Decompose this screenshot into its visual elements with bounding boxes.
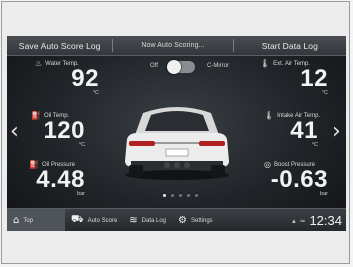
- nav-data-log[interactable]: ≋ Data Log: [123, 209, 172, 231]
- page-indicator: [163, 194, 198, 197]
- ext-air-temp-gauge[interactable]: 🌡 Ext. Air Temp. 12 °C: [252, 59, 332, 96]
- gear-icon: ⚙: [178, 215, 187, 226]
- oil-pressure-value: 4.48: [36, 166, 85, 193]
- thermometer-icon: 🌡: [260, 59, 271, 68]
- home-icon: ⌂: [13, 215, 20, 226]
- save-auto-score-log-button[interactable]: Save Auto Score Log: [7, 36, 112, 55]
- oil-temp-icon: ⛽: [31, 111, 41, 120]
- top-bar: Save Auto Score Log Now Auto Scoring... …: [7, 36, 346, 56]
- toggle-on-label: C-Mirror: [207, 63, 229, 69]
- page-dot: [171, 194, 174, 197]
- boost-pressure-icon: ◎: [264, 160, 271, 169]
- signal-icon: ▴: [292, 216, 296, 225]
- water-temp-value: 92: [71, 65, 99, 92]
- intake-air-icon: 🌡: [264, 111, 275, 120]
- nav-top[interactable]: ⌂ Top: [7, 209, 65, 231]
- water-temp-icon: ♨: [35, 59, 43, 68]
- data-log-icon: ≋: [129, 215, 138, 226]
- nav-auto-score-label: Auto Score: [87, 217, 118, 224]
- nav-settings[interactable]: ⚙ Settings: [172, 209, 219, 231]
- intake-air-temp-gauge[interactable]: 🌡 Intake Air Temp. 41 °C: [252, 111, 332, 148]
- oil-temp-gauge[interactable]: ⛽ Oil Temp. 120 °C: [27, 111, 107, 148]
- oil-temp-value: 120: [43, 117, 85, 144]
- performance-monitor-screen: Save Auto Score Log Now Auto Scoring... …: [7, 36, 346, 231]
- next-page-chevron-icon[interactable]: ›: [332, 121, 341, 143]
- page-dot: [179, 194, 182, 197]
- water-temp-gauge[interactable]: ♨ Water Temp. 92 °C: [27, 59, 107, 96]
- toggle-knob: [167, 60, 181, 74]
- nav-data-log-label: Data Log: [141, 217, 167, 224]
- status-area: ▴ ≈ 12:34: [292, 209, 342, 231]
- previous-page-chevron-icon[interactable]: ‹: [10, 121, 19, 143]
- boost-pressure-gauge[interactable]: ◎ Boost Pressure -0.63 bar: [252, 160, 332, 197]
- oil-pressure-gauge[interactable]: ⛽ Oil Pressure 4.48 bar: [27, 160, 107, 197]
- bottom-nav-bar: ⌂ Top ⛟ Auto Score ≋ Data Log ⚙ Settings…: [7, 208, 346, 231]
- auto-scoring-status: Now Auto Scoring...: [141, 42, 205, 49]
- ext-air-temp-value: 12: [300, 65, 328, 92]
- car-icon: ⛟: [71, 214, 84, 225]
- wifi-icon: ≈: [299, 216, 306, 225]
- nav-auto-score[interactable]: ⛟ Auto Score: [65, 209, 123, 231]
- start-data-log-button[interactable]: Start Data Log: [234, 36, 346, 55]
- nav-top-label: Top: [23, 217, 34, 224]
- toggle-off-label: Off: [150, 63, 158, 69]
- c-mirror-toggle[interactable]: [167, 60, 201, 74]
- page-dot: [187, 194, 190, 197]
- car-rear-view-image: [125, 107, 229, 180]
- boost-pressure-value: -0.63: [270, 166, 328, 193]
- nav-settings-label: Settings: [191, 217, 213, 224]
- toggle-track: [167, 60, 195, 74]
- page-dot-active: [163, 194, 166, 197]
- intake-air-temp-value: 41: [290, 117, 318, 144]
- page-dot: [195, 194, 198, 197]
- clock: 12:34: [309, 213, 342, 228]
